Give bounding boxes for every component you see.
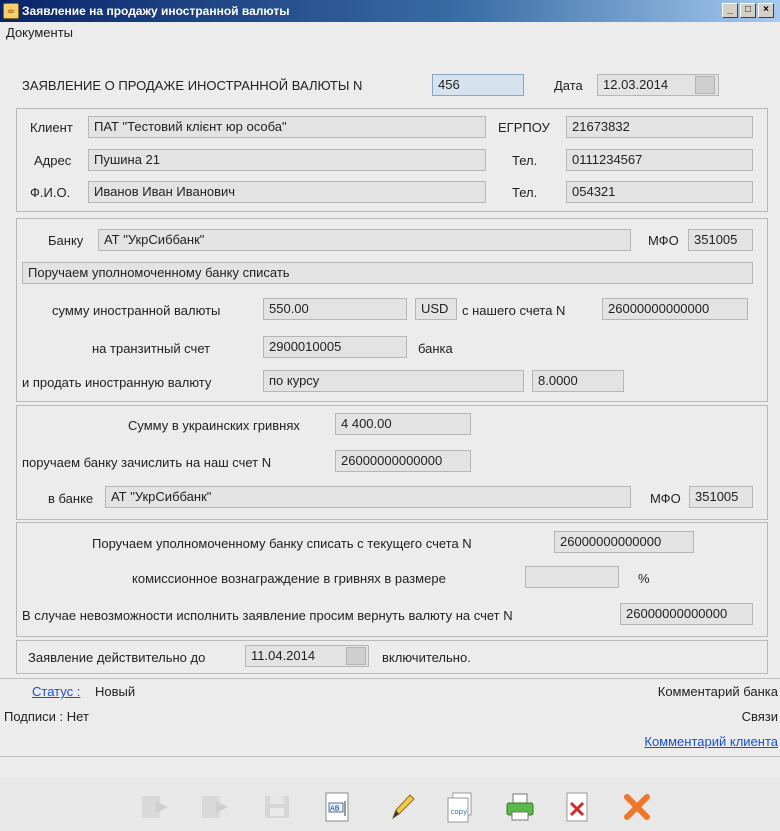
credit-account-label: поручаем банку зачислить на наш счет N (22, 455, 272, 470)
rate-value-field[interactable]: 8.0000 (532, 370, 624, 392)
uah-mfo-field[interactable]: 351005 (689, 486, 753, 508)
phone1-label: Тел. (512, 153, 538, 168)
uah-bank-field[interactable]: АТ "УкрСиббанк" (105, 486, 631, 508)
validity-calendar-icon[interactable] (346, 647, 366, 665)
calendar-icon[interactable] (695, 76, 715, 94)
percent-sign: % (638, 571, 650, 586)
edit-text-icon[interactable]: AB (320, 790, 354, 824)
validity-label: Заявление действительно до (28, 650, 206, 665)
menu-documents[interactable]: Документы (6, 25, 73, 40)
debit-account-label: Поручаем уполномоченному банку списать с… (92, 536, 472, 551)
bank-comment-label[interactable]: Комментарий банка (658, 684, 778, 699)
printer-icon[interactable] (503, 790, 537, 824)
links-label[interactable]: Связи (742, 709, 778, 724)
validity-suffix: включительно. (382, 650, 471, 665)
transit-bank-label: банка (418, 341, 453, 356)
instruction-text: Поручаем уполномоченному банку списать (22, 262, 753, 284)
status-link[interactable]: Статус : (32, 684, 80, 699)
close-icon[interactable] (620, 790, 654, 824)
fee-field[interactable] (525, 566, 619, 588)
delete-document-icon[interactable] (560, 790, 594, 824)
uah-sum-label: Сумму в украинских гривнях (128, 418, 300, 433)
status-separator (0, 678, 780, 679)
from-account-label: с нашего счета N (462, 303, 566, 318)
fio-label: Ф.И.О. (30, 185, 71, 200)
maximize-icon[interactable]: □ (740, 3, 756, 18)
statement-number-field[interactable]: 456 (432, 74, 524, 96)
toolbar-separator (0, 756, 780, 757)
status-value: Новый (95, 684, 136, 699)
menu-bar: Документы (0, 22, 780, 44)
bank-field[interactable]: АТ "УкрСиббанк" (98, 229, 631, 251)
refund-label: В случае невозможности исполнить заявлен… (22, 608, 513, 623)
close-window-icon[interactable]: × (758, 3, 774, 18)
send-arrow-icon[interactable] (138, 790, 172, 824)
mfo-field[interactable]: 351005 (688, 229, 753, 251)
window-titlebar[interactable]: ☕ Заявление на продажу иностранной валют… (0, 0, 780, 22)
from-account-field[interactable]: 26000000000000 (602, 298, 748, 320)
address-label: Адрес (34, 153, 72, 168)
uah-mfo-label: МФО (650, 491, 681, 506)
transit-label: на транзитный счет (92, 341, 211, 356)
date-label: Дата (554, 78, 583, 93)
minimize-icon[interactable]: _ (722, 3, 738, 18)
statement-header-label: ЗАЯВЛЕНИЕ О ПРОДАЖЕ ИНОСТРАННОЙ ВАЛЮТЫ N (22, 78, 363, 93)
debit-account-field[interactable]: 26000000000000 (554, 531, 694, 553)
phone2-field[interactable]: 054321 (566, 181, 753, 203)
phone2-label: Тел. (512, 185, 538, 200)
sell-label: и продать иностранную валюту (22, 375, 212, 390)
toolbar: AB copy (0, 778, 780, 831)
java-app-icon: ☕ (3, 3, 19, 19)
svg-text:AB: AB (330, 805, 340, 813)
refund-account-field[interactable]: 26000000000000 (620, 603, 753, 625)
amount-label: сумму иностранной валюты (52, 303, 221, 318)
forward-arrow-icon[interactable] (198, 790, 232, 824)
svg-text:copy: copy (451, 808, 468, 816)
client-field[interactable]: ПАТ "Тестовий клієнт юр особа" (88, 116, 486, 138)
currency-field[interactable]: USD (415, 298, 457, 320)
mfo-label: МФО (648, 233, 679, 248)
pen-icon[interactable] (385, 790, 419, 824)
client-comment-link[interactable]: Комментарий клиента (644, 734, 778, 749)
phone1-field[interactable]: 0111234567 (566, 149, 753, 171)
transit-field[interactable]: 2900010005 (263, 336, 407, 358)
uah-bank-label: в банке (48, 491, 94, 506)
client-label: Клиент (30, 120, 73, 135)
signatures-label: Подписи : Нет (4, 709, 89, 724)
window-title: Заявление на продажу иностранной валюты (22, 4, 290, 18)
save-icon[interactable] (260, 790, 294, 824)
rate-type-field[interactable]: по курсу (263, 370, 524, 392)
uah-sum-field[interactable]: 4 400.00 (335, 413, 471, 435)
fee-label: комиссионное вознаграждение в гривнях в … (132, 571, 446, 586)
copy-icon[interactable]: copy (443, 790, 477, 824)
address-field[interactable]: Пушина 21 (88, 149, 486, 171)
egrpou-field[interactable]: 21673832 (566, 116, 753, 138)
credit-account-field[interactable]: 26000000000000 (335, 450, 471, 472)
egrpou-label: ЕГРПОУ (498, 120, 550, 135)
bank-label: Банку (48, 233, 84, 248)
amount-field[interactable]: 550.00 (263, 298, 407, 320)
fio-field[interactable]: Иванов Иван Иванович (88, 181, 486, 203)
